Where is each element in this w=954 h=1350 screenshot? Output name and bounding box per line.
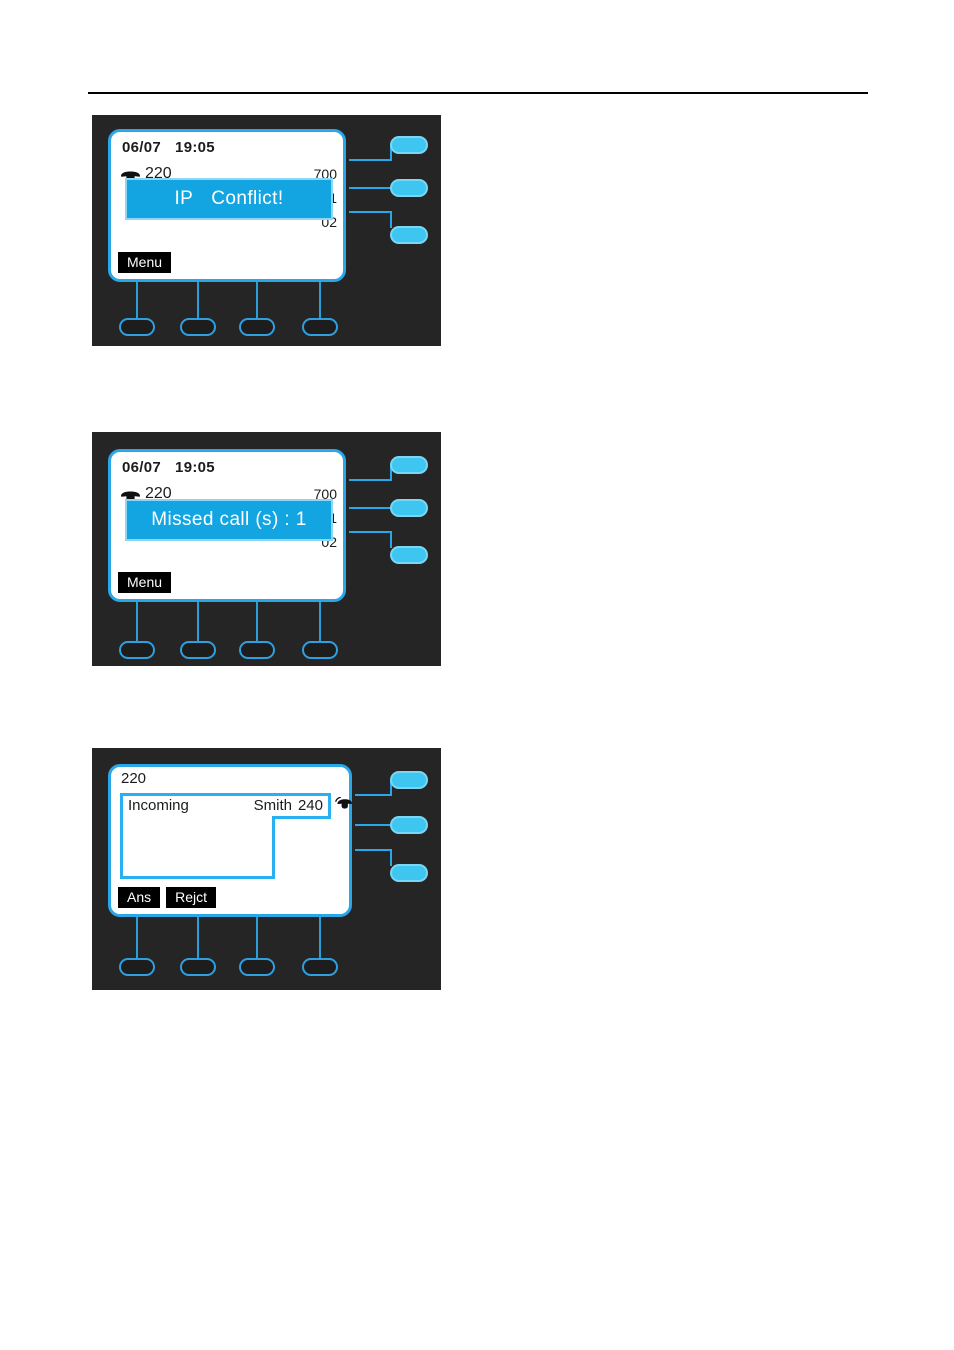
soft-button-3[interactable] [239, 318, 275, 336]
line-key-2[interactable] [390, 499, 428, 517]
call-state-label: Incoming [128, 797, 189, 814]
line-key-wire-2 [349, 507, 392, 509]
softkey-answer[interactable]: Ans [118, 887, 161, 908]
line-key-wire-3 [355, 849, 392, 851]
softkey-menu[interactable]: Menu [118, 252, 172, 273]
soft-button-wire-1 [136, 602, 138, 644]
soft-button-1[interactable] [119, 958, 155, 976]
soft-button-wire-3 [256, 282, 258, 321]
lcd-screen: 220 Incoming Smith 240 Ans Rejct [108, 764, 352, 917]
line-key-1[interactable] [390, 136, 428, 154]
soft-button-1[interactable] [119, 318, 155, 336]
softkey-menu[interactable]: Menu [118, 572, 172, 593]
soft-button-wire-4 [319, 602, 321, 644]
soft-button-4[interactable] [302, 958, 338, 976]
page-header-rule [88, 92, 868, 94]
status-time: 19:05 [175, 459, 215, 476]
dialog-text-right: Conflict! [211, 188, 284, 209]
soft-button-wire-2 [197, 917, 199, 961]
line-key-1[interactable] [390, 771, 428, 789]
soft-button-wire-2 [197, 602, 199, 644]
account-number: 220 [121, 770, 147, 787]
line-key-wire-3b [390, 849, 392, 866]
lcd-screen: 06/0719:05 220 700 01 02 Missed call (s)… [108, 449, 346, 602]
phone-figure-missed-calls: 06/0719:05 220 700 01 02 Missed call (s)… [92, 432, 441, 666]
soft-button-2[interactable] [180, 641, 216, 659]
status-date: 06/07 [122, 139, 162, 156]
line-key-3[interactable] [390, 864, 428, 882]
line-key-wire-1 [349, 159, 392, 161]
caller-number: 240 [297, 797, 323, 814]
soft-button-wire-1 [136, 917, 138, 961]
document-page: { "page": { "background": "#ffffff", "ru… [0, 0, 954, 1350]
softkey-reject[interactable]: Rejct [166, 887, 217, 908]
dialog-text-left: IP [174, 188, 194, 209]
softkey-label-strip: Ans Rejct [118, 887, 217, 908]
line-key-wire-3b [390, 531, 392, 548]
line-key-wire-1 [349, 479, 392, 481]
line-key-wire-3 [349, 211, 392, 213]
line-key-1[interactable] [390, 456, 428, 474]
soft-button-3[interactable] [239, 641, 275, 659]
line-key-wire-1 [355, 794, 392, 796]
line-key-wire-3 [349, 531, 392, 533]
ip-conflict-dialog[interactable]: IP Conflict! [125, 178, 333, 220]
line-key-wire-2 [349, 187, 392, 189]
phone-figure-incoming-call: 220 Incoming Smith 240 Ans Rejct [92, 748, 441, 990]
soft-button-wire-1 [136, 282, 138, 321]
soft-button-wire-3 [256, 917, 258, 961]
status-bar: 06/07 19:05 [122, 139, 215, 156]
soft-button-4[interactable] [302, 318, 338, 336]
soft-button-4[interactable] [302, 641, 338, 659]
status-bar: 06/07 19:05 [122, 459, 215, 476]
lcd-screen: 06/0719:05 220 700 01 02 IP Conflict! Me… [108, 129, 346, 282]
soft-button-wire-4 [319, 282, 321, 321]
soft-button-3[interactable] [239, 958, 275, 976]
call-detail-right-edge [272, 816, 275, 879]
call-detail-area [120, 816, 275, 879]
line-key-3[interactable] [390, 226, 428, 244]
soft-button-wire-4 [319, 917, 321, 961]
soft-button-1[interactable] [119, 641, 155, 659]
phone-figure-ip-conflict: 06/0719:05 220 700 01 02 IP Conflict! Me… [92, 115, 441, 346]
soft-button-2[interactable] [180, 958, 216, 976]
incoming-call-icon [335, 797, 352, 809]
line-key-3[interactable] [390, 546, 428, 564]
softkey-label-strip: Menu [118, 572, 172, 593]
line-key-2[interactable] [390, 816, 428, 834]
dialog-text: Missed call (s) : 1 [151, 509, 307, 530]
soft-button-wire-3 [256, 602, 258, 644]
line-key-2[interactable] [390, 179, 428, 197]
missed-call-dialog[interactable]: Missed call (s) : 1 [125, 499, 333, 541]
line-key-wire-3b [390, 211, 392, 228]
softkey-label-strip: Menu [118, 252, 172, 273]
line-key-wire-2 [355, 824, 392, 826]
soft-button-2[interactable] [180, 318, 216, 336]
caller-id: Smith 240 [254, 797, 323, 814]
status-date: 06/07 [122, 459, 162, 476]
caller-name: Smith [253, 797, 292, 814]
soft-button-wire-2 [197, 282, 199, 321]
status-time: 19:05 [175, 139, 215, 156]
